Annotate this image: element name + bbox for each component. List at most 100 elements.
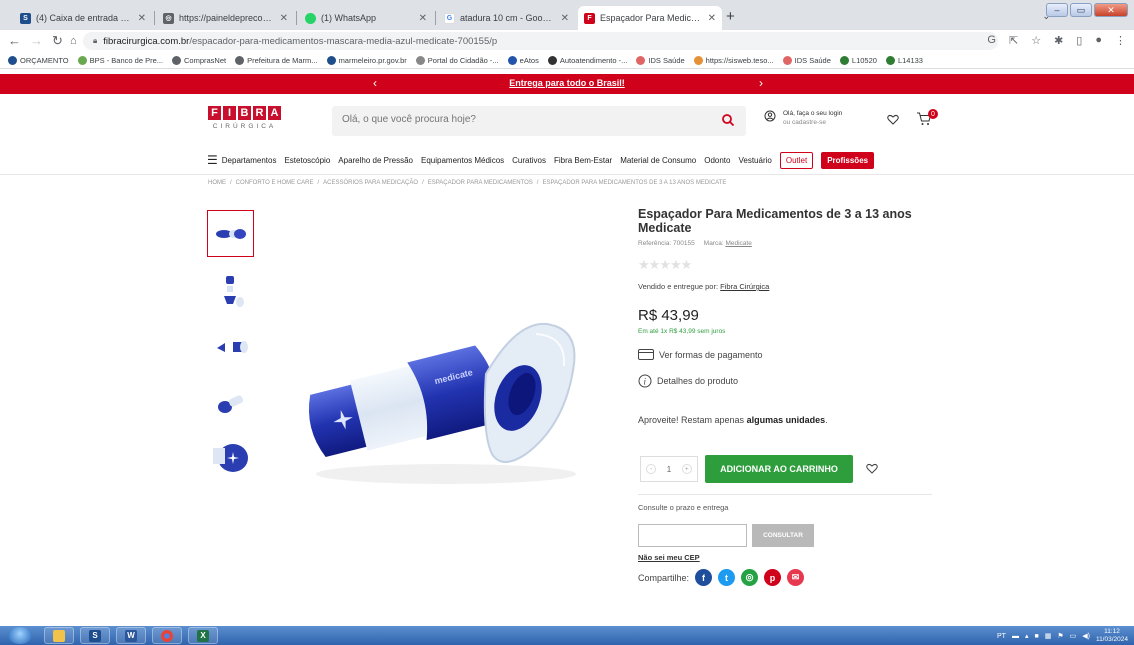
tab-email[interactable]: S (4) Caixa de entrada - E-mail - m ✕ <box>14 6 152 30</box>
nav-profissoes[interactable]: Profissões <box>821 151 875 169</box>
chevron-right-icon[interactable]: › <box>759 76 763 90</box>
back-icon[interactable]: ← <box>8 33 21 49</box>
taskbar-chrome[interactable] <box>152 627 182 644</box>
cep-input[interactable] <box>638 524 747 547</box>
taskbar-explorer[interactable] <box>44 627 74 644</box>
close-icon[interactable]: ✕ <box>708 13 716 24</box>
nav-estetoscopio[interactable]: Estetoscópio <box>284 156 330 165</box>
app-tray-icon[interactable]: ■ <box>1034 633 1038 640</box>
nav-vestuario[interactable]: Vestuário <box>738 156 771 165</box>
tab-google-shopping[interactable]: G atadura 10 cm - Google Shoppin ✕ <box>438 6 575 30</box>
whatsapp-share-icon[interactable]: ◎ <box>741 569 759 586</box>
tab-espacador[interactable]: F Espaçador Para Medicamentos d ✕ <box>578 6 722 30</box>
nav-curativos[interactable]: Curativos <box>512 156 546 165</box>
close-icon[interactable]: ✕ <box>561 13 569 24</box>
nav-odonto[interactable]: Odonto <box>704 156 730 165</box>
search-input[interactable] <box>342 114 702 125</box>
product-thumbnail[interactable] <box>207 434 254 481</box>
home-icon[interactable]: ⌂ <box>70 33 77 49</box>
bookmark-item[interactable]: marmeleiro.pr.gov.br <box>326 55 407 65</box>
bookmark-item[interactable]: Portal do Cidadão -... <box>415 55 499 65</box>
rating-stars[interactable]: ★★★★★ <box>638 257 692 273</box>
volume-icon[interactable]: ◀) <box>1082 632 1090 640</box>
minimize-button[interactable]: – <box>1046 3 1068 17</box>
bookmark-item[interactable]: IDS Saúde <box>636 55 685 65</box>
nav-outlet[interactable]: Outlet <box>779 151 814 169</box>
taskbar-s4[interactable]: S <box>80 627 110 644</box>
product-thumbnail[interactable] <box>207 322 254 369</box>
window-close-button[interactable]: ✕ <box>1094 3 1128 17</box>
product-thumbnail[interactable] <box>207 266 254 313</box>
network-icon[interactable]: ▦ <box>1045 632 1052 640</box>
product-main-image[interactable]: medicate <box>296 314 592 494</box>
heart-icon[interactable] <box>866 463 878 474</box>
site-logo[interactable]: FIBRA CIRÚRGICA <box>208 106 281 134</box>
close-icon[interactable]: ✕ <box>138 13 146 24</box>
nav-bem-estar[interactable]: Fibra Bem-Estar <box>554 156 612 165</box>
quantity-value[interactable]: 1 <box>667 465 671 474</box>
bookmark-item[interactable]: L14133 <box>885 55 923 65</box>
flag-icon[interactable]: ⚑ <box>1057 632 1063 640</box>
tab-whatsapp[interactable]: (1) WhatsApp ✕ <box>299 6 433 30</box>
taskbar-word[interactable]: W <box>116 627 146 644</box>
nav-departamentos[interactable]: Departamentos <box>222 156 277 165</box>
breadcrumb-item[interactable]: ESPAÇADOR PARA MEDICAMENTOS <box>428 180 533 186</box>
quantity-decrease-button[interactable]: - <box>646 464 657 474</box>
nav-aparelho-pressao[interactable]: Aparelho de Pressão <box>338 156 413 165</box>
bookmark-item[interactable]: L10520 <box>839 55 877 65</box>
reload-icon[interactable]: ↻ <box>52 33 63 49</box>
breadcrumb-item[interactable]: ACESSÓRIOS PARA MEDICAÇÃO <box>323 180 418 186</box>
product-thumbnail[interactable] <box>207 210 254 257</box>
start-button[interactable] <box>8 627 32 644</box>
new-tab-button[interactable]: + <box>726 9 735 24</box>
seller-link[interactable]: Fibra Cirúrgica <box>720 282 769 291</box>
add-to-cart-button[interactable]: ADICIONAR AO CARRINHO <box>705 455 853 483</box>
close-icon[interactable]: ✕ <box>280 13 288 24</box>
bookmark-item[interactable]: eAtos <box>507 55 539 65</box>
consult-shipping-button[interactable]: CONSULTAR <box>752 524 814 547</box>
twitter-icon[interactable]: t <box>718 569 736 586</box>
login-link[interactable]: Olá, faça o seu login ou cadastre-se <box>764 110 842 126</box>
bookmark-item[interactable]: Prefeitura de Marm... <box>235 55 318 65</box>
email-icon[interactable]: ✉ <box>787 569 805 586</box>
monitor-icon[interactable]: ▭ <box>1070 632 1077 640</box>
payment-options-link[interactable]: Ver formas de pagamento <box>638 349 763 360</box>
language-indicator[interactable]: PT <box>997 633 1006 640</box>
keyboard-icon[interactable]: ▬ <box>1012 633 1019 640</box>
nav-material-consumo[interactable]: Material de Consumo <box>620 156 696 165</box>
hamburger-icon[interactable]: ☰ <box>207 153 218 167</box>
breadcrumb-item[interactable]: CONFORTO E HOME CARE <box>236 180 314 186</box>
facebook-icon[interactable]: f <box>695 569 713 586</box>
bookmark-item[interactable]: IDS Saúde <box>782 55 831 65</box>
bookmark-item[interactable]: ORÇAMENTO <box>8 55 69 65</box>
product-thumbnail[interactable] <box>207 378 254 425</box>
sidepanel-icon[interactable]: ▯ <box>1076 34 1082 47</box>
quantity-increase-button[interactable]: + <box>681 464 692 474</box>
close-icon[interactable]: ✕ <box>419 13 427 24</box>
unknown-cep-link[interactable]: Não sei meu CEP <box>638 553 700 562</box>
tray-arrow-icon[interactable]: ▴ <box>1025 632 1029 640</box>
google-lens-icon[interactable]: G <box>987 34 996 47</box>
forward-icon[interactable]: → <box>30 33 43 49</box>
share-icon[interactable]: ⇱ <box>1009 34 1018 47</box>
breadcrumb-item[interactable]: HOME <box>208 180 226 186</box>
bookmark-item[interactable]: ComprasNet <box>172 55 226 65</box>
product-details-link[interactable]: i Detalhes do produto <box>638 374 738 388</box>
extensions-icon[interactable]: ✱ <box>1054 34 1063 47</box>
address-bar[interactable]: 🔒︎ fibracirurgica.com.br/espacador-para-… <box>83 32 998 50</box>
brand-link[interactable]: Medicate <box>725 240 751 247</box>
bookmark-item[interactable]: Autoatendimento -... <box>547 55 627 65</box>
pinterest-icon[interactable]: p <box>764 569 782 586</box>
heart-icon[interactable] <box>887 114 899 125</box>
promo-text[interactable]: Entrega para todo o Brasil! <box>0 78 1134 88</box>
search-icon[interactable] <box>721 113 735 127</box>
bookmark-item[interactable]: BPS - Banco de Pre... <box>77 55 163 65</box>
profile-icon[interactable]: ● <box>1095 34 1102 47</box>
menu-icon[interactable]: ⋮ <box>1115 34 1126 47</box>
tab-painel-precos[interactable]: ◎ https://paineldeprecos.planejam ✕ <box>157 6 294 30</box>
bookmark-item[interactable]: https://sisweb.teso... <box>693 55 774 65</box>
clock[interactable]: 11:12 11/03/2024 <box>1096 628 1128 644</box>
taskbar-excel[interactable]: X <box>188 627 218 644</box>
star-icon[interactable]: ☆ <box>1031 34 1041 47</box>
nav-equipamentos[interactable]: Equipamentos Médicos <box>421 156 504 165</box>
